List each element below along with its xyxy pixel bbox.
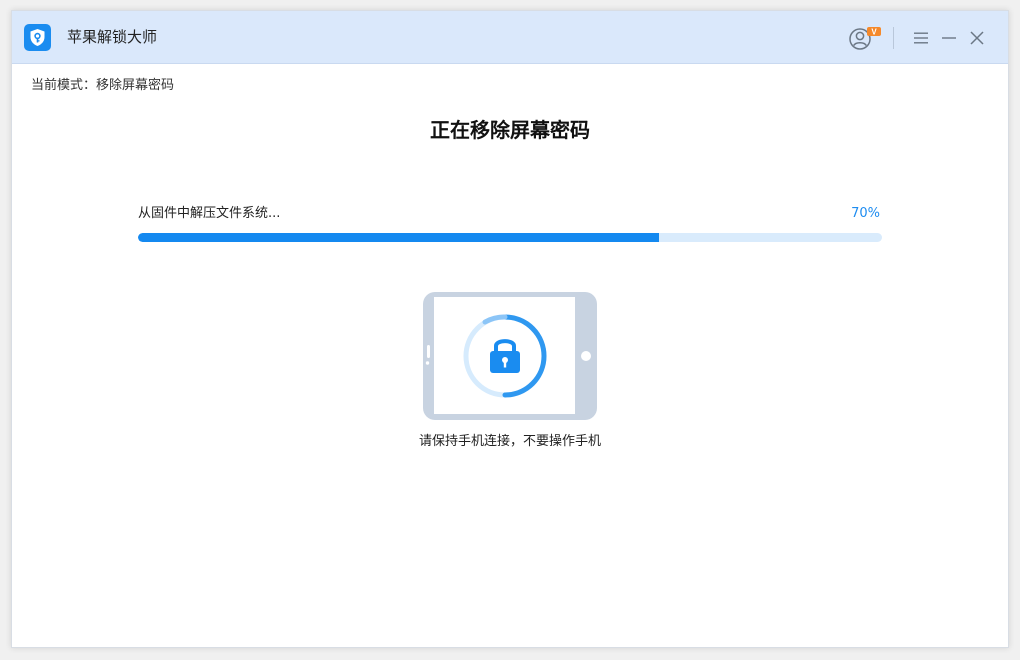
minimize-button[interactable]: [936, 25, 962, 51]
progress-bar: [138, 233, 882, 242]
progress-status-text: 从固件中解压文件系统...: [138, 206, 281, 221]
progress-bar-fill: [138, 233, 659, 242]
page-title: 正在移除屏幕密码: [430, 118, 590, 142]
app-window: 苹果解锁大师 V 当前模式：移除屏幕密码 正在移除屏幕密码 从固件中解压文件系统…: [11, 10, 1009, 648]
current-mode-label: 当前模式：移除屏幕密码: [31, 78, 175, 93]
title-divider: [893, 27, 894, 49]
keep-connected-hint: 请保持手机连接，不要操作手机: [418, 434, 601, 449]
device-illustration: [423, 292, 597, 420]
user-account-icon: V: [849, 27, 881, 50]
title-bar[interactable]: 苹果解锁大师 V: [12, 11, 1008, 64]
app-logo-icon: [24, 24, 51, 51]
menu-icon: [914, 32, 928, 44]
close-button[interactable]: [964, 25, 990, 51]
vip-badge: V: [871, 28, 877, 37]
close-icon: [970, 31, 984, 45]
menu-button[interactable]: [908, 25, 934, 51]
minimize-icon: [942, 37, 956, 39]
window-controls: V: [849, 25, 990, 51]
progress-percent: 70%: [851, 206, 880, 221]
user-account-button[interactable]: V: [849, 25, 883, 51]
app-title: 苹果解锁大师: [67, 28, 158, 46]
